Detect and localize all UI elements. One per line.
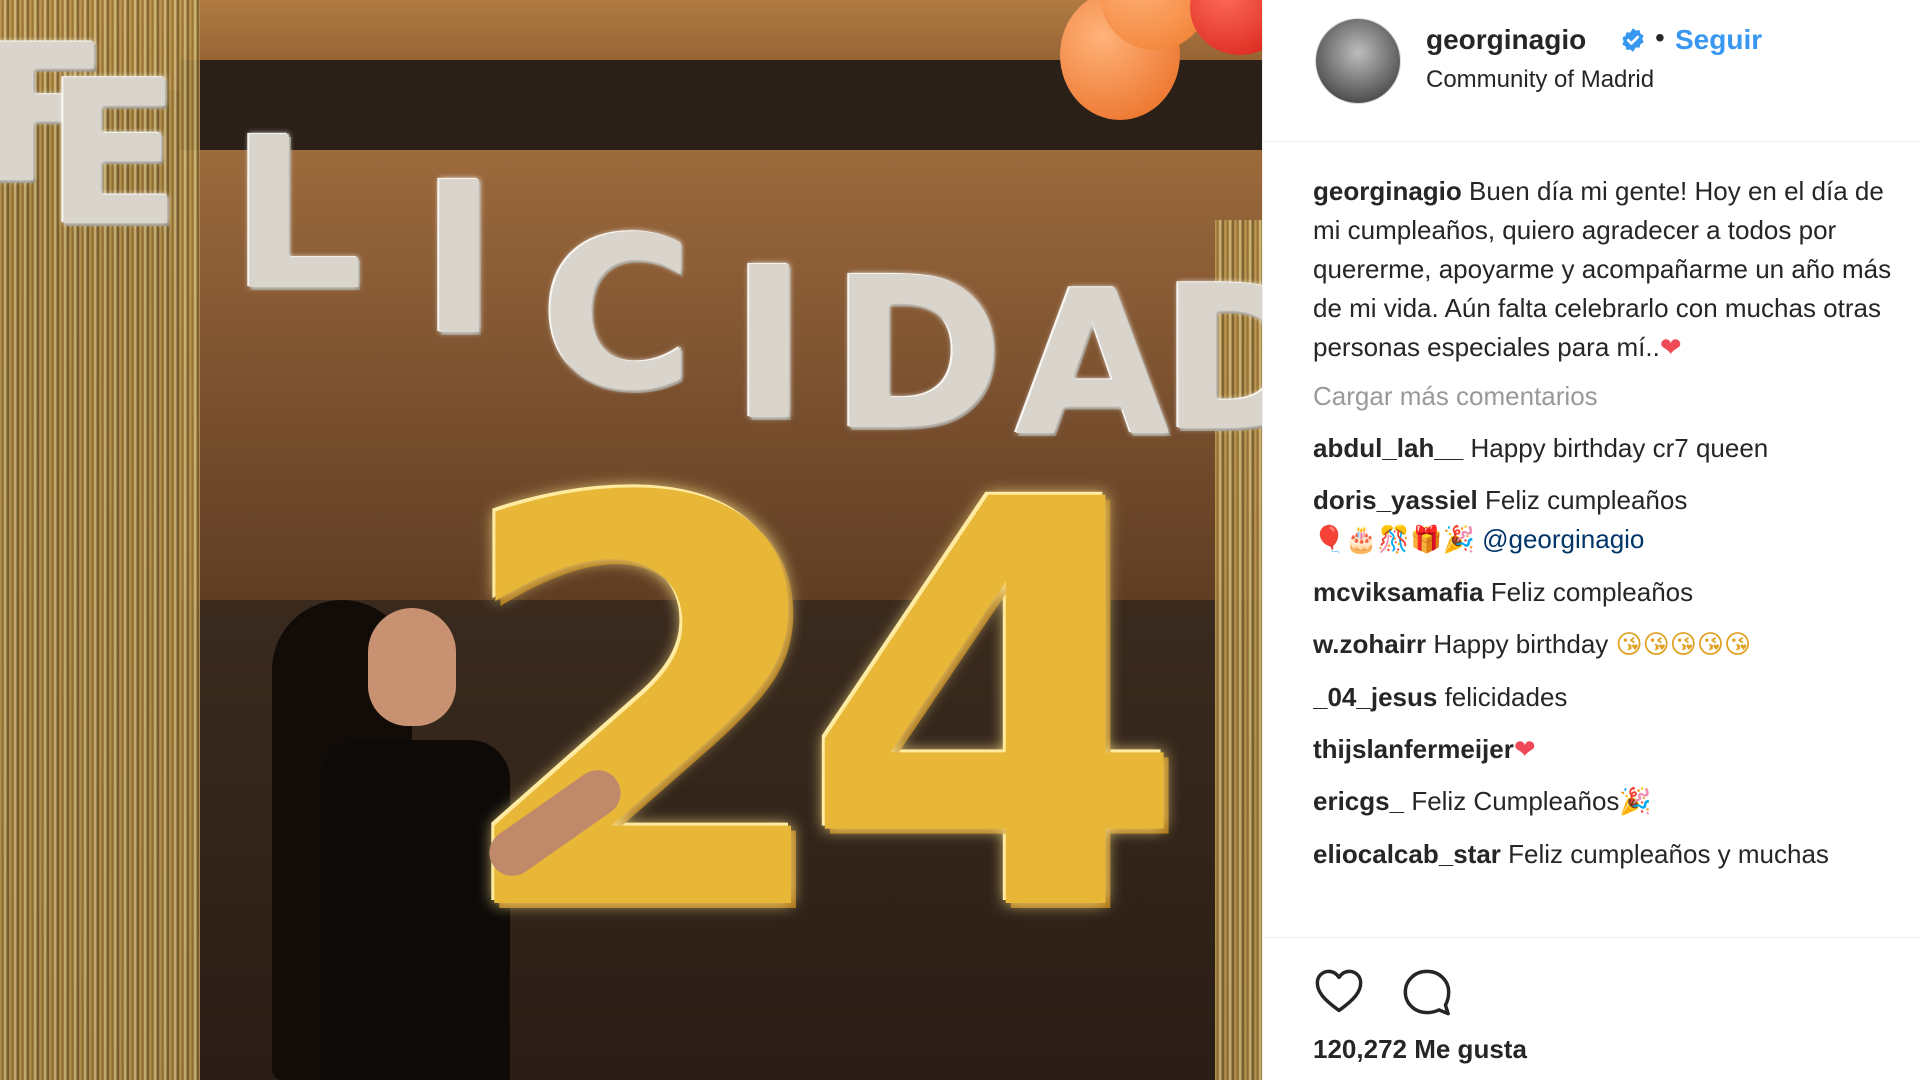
comment-username[interactable]: w.zohairr	[1313, 629, 1426, 659]
comment-username[interactable]: mcviksamafia	[1313, 577, 1484, 607]
comment: thijslanfermeijer❤	[1313, 730, 1903, 769]
caption-username[interactable]: georginagio	[1313, 176, 1462, 206]
comment: eliocalcab_star Feliz cumpleaños y mucha…	[1313, 835, 1903, 874]
post-header: georginagio • Seguir Community of Madrid	[1263, 0, 1920, 142]
post-location[interactable]: Community of Madrid	[1426, 66, 1654, 94]
likes-count[interactable]: 120,272 Me gusta	[1313, 1034, 1527, 1065]
caption-heart-emoji: ❤	[1659, 332, 1682, 362]
comment-text: felicidades	[1444, 682, 1568, 712]
comment-username[interactable]: ericgs_	[1313, 786, 1404, 816]
comment-mention[interactable]: @georginagio	[1482, 524, 1644, 554]
comment-text: Feliz Cumpleaños	[1411, 786, 1620, 816]
post-side-panel: georginagio • Seguir Community of Madrid…	[1262, 0, 1920, 1080]
separator-dot: •	[1655, 22, 1665, 53]
comment-emoji: 🎉	[1619, 787, 1652, 817]
comment: ericgs_ Feliz Cumpleaños🎉	[1313, 782, 1903, 822]
load-more-comments-button[interactable]: Cargar más comentarios	[1313, 377, 1903, 416]
comments-list[interactable]: georginagio Buen día mi gente! Hoy en el…	[1313, 172, 1903, 937]
comment-text: Happy birthday cr7 queen	[1470, 433, 1769, 463]
post-caption: georginagio Buen día mi gente! Hoy en el…	[1313, 172, 1903, 367]
photo-letter: I	[420, 137, 499, 382]
comment-username[interactable]: doris_yassiel	[1313, 485, 1478, 515]
photo-letter: D	[1160, 243, 1262, 476]
likes-label: Me gusta	[1414, 1034, 1527, 1064]
comment-text: Feliz compleaños	[1490, 577, 1694, 607]
avatar[interactable]	[1315, 18, 1401, 104]
follow-button[interactable]: Seguir	[1675, 24, 1762, 56]
comment: abdul_lah__ Happy birthday cr7 queen	[1313, 429, 1903, 468]
likes-number: 120,272	[1313, 1034, 1407, 1064]
comment-emoji: 🎈🎂🎊🎁🎉	[1313, 525, 1475, 555]
comment: _04_jesus felicidades	[1313, 678, 1903, 717]
comment: mcviksamafia Feliz compleaños	[1313, 573, 1903, 612]
comment-username[interactable]: abdul_lah__	[1313, 433, 1463, 463]
photo-letter: L	[230, 92, 364, 337]
photo-person-face	[368, 608, 456, 726]
comment-username[interactable]: thijslanfermeijer	[1313, 734, 1514, 764]
post-actions: 120,272 Me gusta	[1263, 937, 1920, 1080]
post-username[interactable]: georginagio	[1426, 24, 1586, 56]
photo-number-balloons: 24	[450, 384, 1189, 1036]
comment-username[interactable]: _04_jesus	[1313, 682, 1437, 712]
verified-badge-icon	[1622, 28, 1644, 52]
comment: doris_yassiel Feliz cumpleaños 🎈🎂🎊🎁🎉 @ge…	[1313, 481, 1903, 560]
heart-outline-icon[interactable]	[1313, 966, 1365, 1018]
comment-username[interactable]: eliocalcab_star	[1313, 839, 1501, 869]
comment-text: Feliz cumpleaños	[1485, 485, 1688, 515]
comment-text: Happy birthday	[1433, 629, 1609, 659]
comment-text: Feliz cumpleaños y muchas	[1508, 839, 1829, 869]
comment: w.zohairr Happy birthday 😘😘😘😘😘	[1313, 625, 1903, 665]
speech-bubble-icon[interactable]	[1401, 966, 1453, 1018]
comment-emoji: 😘😘😘😘😘	[1615, 630, 1752, 660]
photo-letter: E	[45, 38, 182, 271]
post-photo[interactable]: F E L I C I D A D 24	[0, 0, 1262, 1080]
comment-heart-emoji: ❤	[1513, 734, 1536, 764]
